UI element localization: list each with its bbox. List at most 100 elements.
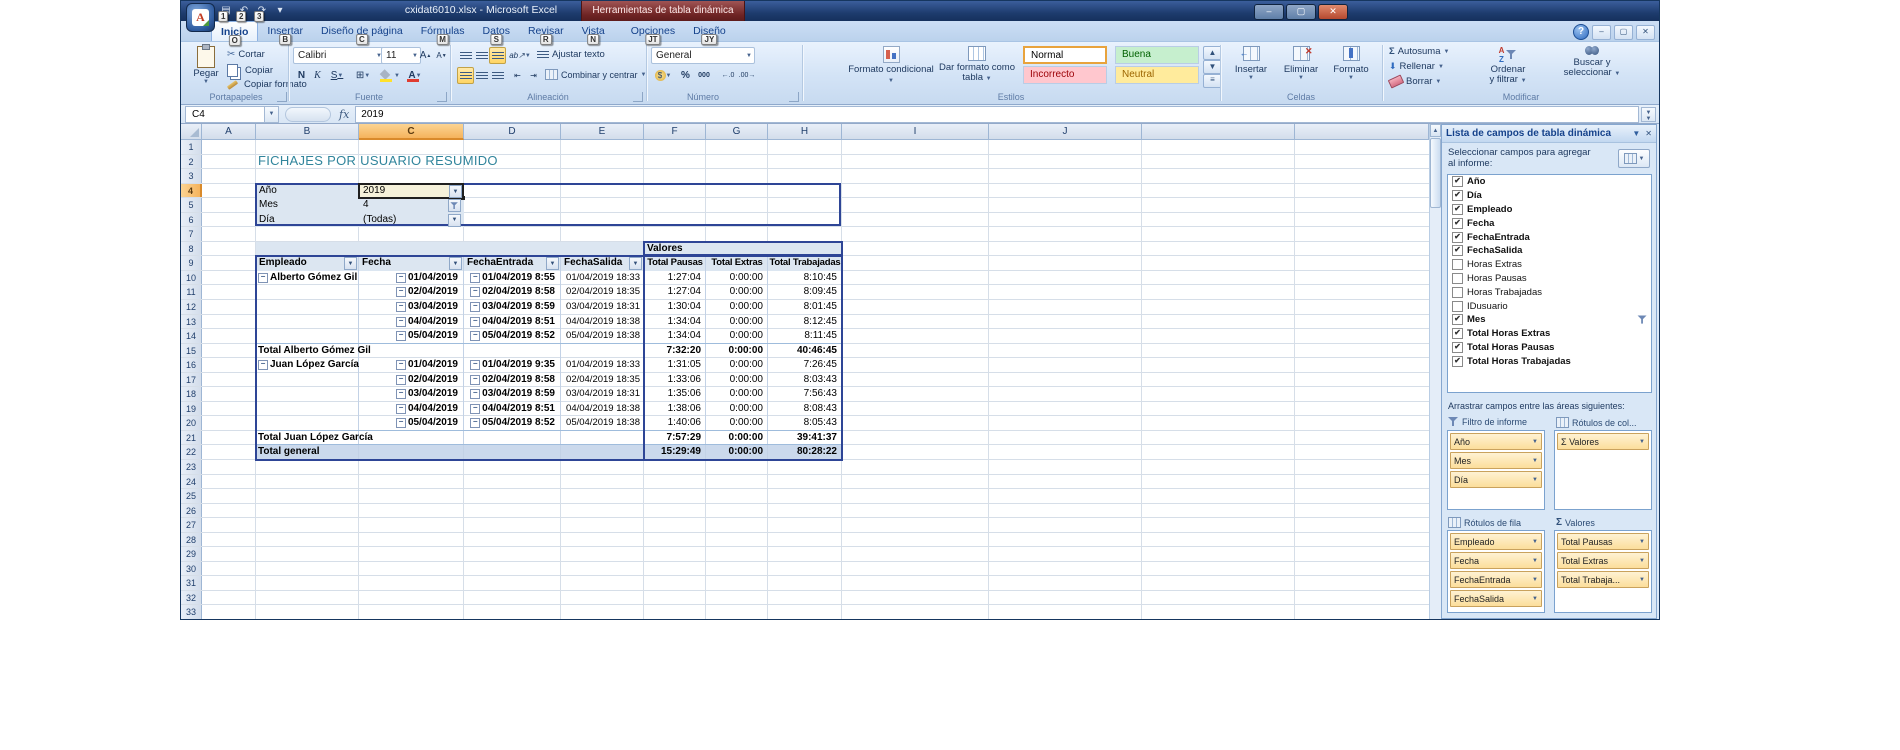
column-header-C[interactable]: C (359, 124, 464, 140)
grow-font-button[interactable]: A▲ (417, 47, 434, 64)
field-item-empleado[interactable]: ✔Empleado (1448, 203, 1651, 217)
dialog-launcher-portapapeles[interactable] (277, 92, 287, 102)
cell-dropdown-button[interactable]: ▼ (449, 185, 462, 198)
column-header-H[interactable]: H (768, 124, 842, 140)
cell-pausas[interactable]: 1:34:04 (644, 315, 701, 330)
area-report-filter[interactable]: Año▼Mes▼Día▼ (1447, 430, 1545, 510)
name-box-dropdown-icon[interactable]: ▼ (265, 106, 279, 123)
style-normal[interactable]: Normal (1023, 46, 1107, 64)
delete-cells-button[interactable]: ✕ Eliminar▼ (1277, 46, 1325, 81)
cell-fecha-entrada[interactable]: −01/04/2019 8:55 (464, 271, 555, 286)
dialog-launcher-numero[interactable] (789, 92, 799, 102)
increase-indent-button[interactable]: ⇥ (525, 67, 542, 84)
tab-vista[interactable]: VistaN (573, 21, 614, 41)
cell-extras[interactable]: 0:00:00 (706, 271, 763, 286)
cell-fecha[interactable]: −01/04/2019 (359, 271, 458, 286)
collapse-icon[interactable]: − (470, 418, 480, 428)
checkbox-checked[interactable]: ✔ (1452, 356, 1463, 367)
field-item-fechasalida[interactable]: ✔FechaSalida (1448, 244, 1651, 258)
align-left-button[interactable] (457, 67, 474, 84)
customize-button[interactable]: ▾ (271, 2, 289, 18)
area-field-fechasalida[interactable]: FechaSalida▼ (1450, 590, 1542, 607)
checkbox[interactable] (1452, 287, 1463, 298)
collapse-icon[interactable]: − (396, 375, 406, 385)
cell-total-label[interactable]: Total Alberto Gómez Gil (258, 344, 371, 359)
maximize-button[interactable]: ▢ (1286, 4, 1316, 20)
collapse-icon[interactable]: − (470, 317, 480, 327)
field-item-total-horas-pausas[interactable]: ✔Total Horas Pausas (1448, 341, 1651, 355)
filter-label-día[interactable]: Día (259, 213, 275, 228)
column-header-blank[interactable] (1295, 124, 1429, 140)
filter-value[interactable]: (Todas) (363, 213, 396, 228)
currency-format-button[interactable]: $▼ (651, 67, 675, 84)
cell-pausas[interactable]: 1:35:06 (644, 387, 701, 402)
align-bottom-button[interactable] (489, 47, 506, 64)
field-item-horas-pausas[interactable]: Horas Pausas (1448, 272, 1651, 286)
collapse-icon[interactable]: − (470, 404, 480, 414)
tab-inicio[interactable]: InicioO (211, 21, 258, 41)
number-format-combo[interactable]: General▼ (651, 47, 755, 64)
cell-pausas[interactable]: 1:30:04 (644, 300, 701, 315)
checkbox-checked[interactable]: ✔ (1452, 190, 1463, 201)
cell-fecha-salida[interactable]: 03/04/2019 18:31 (561, 387, 640, 402)
dialog-launcher-fuente[interactable] (437, 92, 447, 102)
scroll-up-icon[interactable]: ▲ (1430, 124, 1441, 137)
cell-extras[interactable]: 0:00:00 (706, 402, 763, 417)
tab-fórmulas[interactable]: FórmulasM (412, 21, 474, 41)
workbook-minimize-button[interactable]: – (1592, 25, 1611, 40)
cell-fecha[interactable]: −02/04/2019 (359, 373, 458, 388)
column-header-B[interactable]: B (256, 124, 359, 140)
cell-pausas[interactable]: 7:57:29 (644, 431, 701, 446)
collapse-icon[interactable]: − (470, 302, 480, 312)
decrease-decimal-button[interactable]: .00→ (737, 67, 757, 84)
comma-format-button[interactable]: 000 (693, 67, 715, 84)
select-all-corner[interactable] (181, 124, 202, 140)
cell-fecha-salida[interactable]: 05/04/2019 18:38 (561, 416, 640, 431)
cell-trabajadas[interactable]: 8:03:43 (768, 373, 837, 388)
cell-empleado[interactable]: −Alberto Gómez Gil (258, 271, 357, 286)
collapse-icon[interactable]: − (396, 287, 406, 297)
cell-extras[interactable]: 0:00:00 (706, 373, 763, 388)
cell-fecha-salida[interactable]: 01/04/2019 18:33 (561, 358, 640, 373)
format-as-table-button[interactable]: Dar formato como tabla ▼ (938, 46, 1016, 84)
field-item-año[interactable]: ✔Año (1448, 175, 1651, 189)
field-item-total-horas-extras[interactable]: ✔Total Horas Extras (1448, 327, 1651, 341)
field-item-total-horas-trabajadas[interactable]: ✔Total Horas Trabajadas (1448, 354, 1651, 368)
collapse-icon[interactable]: − (470, 360, 480, 370)
field-item-día[interactable]: ✔Día (1448, 189, 1651, 203)
cell-fecha[interactable]: −03/04/2019 (359, 300, 458, 315)
field-item-idusuario[interactable]: IDusuario (1448, 299, 1651, 313)
workbook-restore-button[interactable]: ▢ (1614, 25, 1633, 40)
column-header-D[interactable]: D (464, 124, 561, 140)
orientation-button[interactable]: ab↗▼ (509, 47, 531, 64)
conditional-formatting-button[interactable]: Formato condicional ▼ (846, 46, 936, 86)
fill-color-button[interactable]: ▼ (377, 67, 401, 84)
cell-trabajadas[interactable]: 8:11:45 (768, 329, 837, 344)
checkbox-checked[interactable]: ✔ (1452, 176, 1463, 187)
cell-fecha[interactable]: −05/04/2019 (359, 416, 458, 431)
fill-button[interactable]: ⬇Rellenar▼ (1389, 61, 1444, 72)
insert-function-button[interactable]: fx (339, 108, 349, 121)
underline-button[interactable]: S▼ (325, 67, 349, 84)
field-item-fecha[interactable]: ✔Fecha (1448, 216, 1651, 230)
column-header-J[interactable]: J (989, 124, 1142, 140)
cell-fecha-entrada[interactable]: −04/04/2019 8:51 (464, 402, 555, 417)
checkbox[interactable] (1452, 273, 1463, 284)
format-cells-button[interactable]: Formato▼ (1327, 46, 1375, 81)
column-header-G[interactable]: G (706, 124, 768, 140)
cell-fecha-salida[interactable]: 02/04/2019 18:35 (561, 373, 640, 388)
cell-fecha-salida[interactable]: 03/04/2019 18:31 (561, 300, 640, 315)
area-field-mes[interactable]: Mes▼ (1450, 452, 1542, 469)
cell-trabajadas[interactable]: 8:09:45 (768, 285, 837, 300)
wrap-text-button[interactable]: Ajustar texto (537, 49, 605, 60)
collapse-icon[interactable]: − (396, 273, 406, 283)
field-item-horas-extras[interactable]: Horas Extras (1448, 258, 1651, 272)
cell-trabajadas[interactable]: 40:46:45 (768, 344, 837, 359)
tab-opciones[interactable]: OpcionesJT (622, 21, 684, 41)
pane-menu-icon[interactable]: ▼ (1632, 129, 1640, 138)
active-cell[interactable]: 2019▼ (358, 183, 464, 200)
area-field-da[interactable]: Día▼ (1450, 471, 1542, 488)
collapse-icon[interactable]: − (396, 360, 406, 370)
tab-diseño[interactable]: DiseñoJY (684, 21, 735, 41)
column-header-blank[interactable] (1142, 124, 1295, 140)
